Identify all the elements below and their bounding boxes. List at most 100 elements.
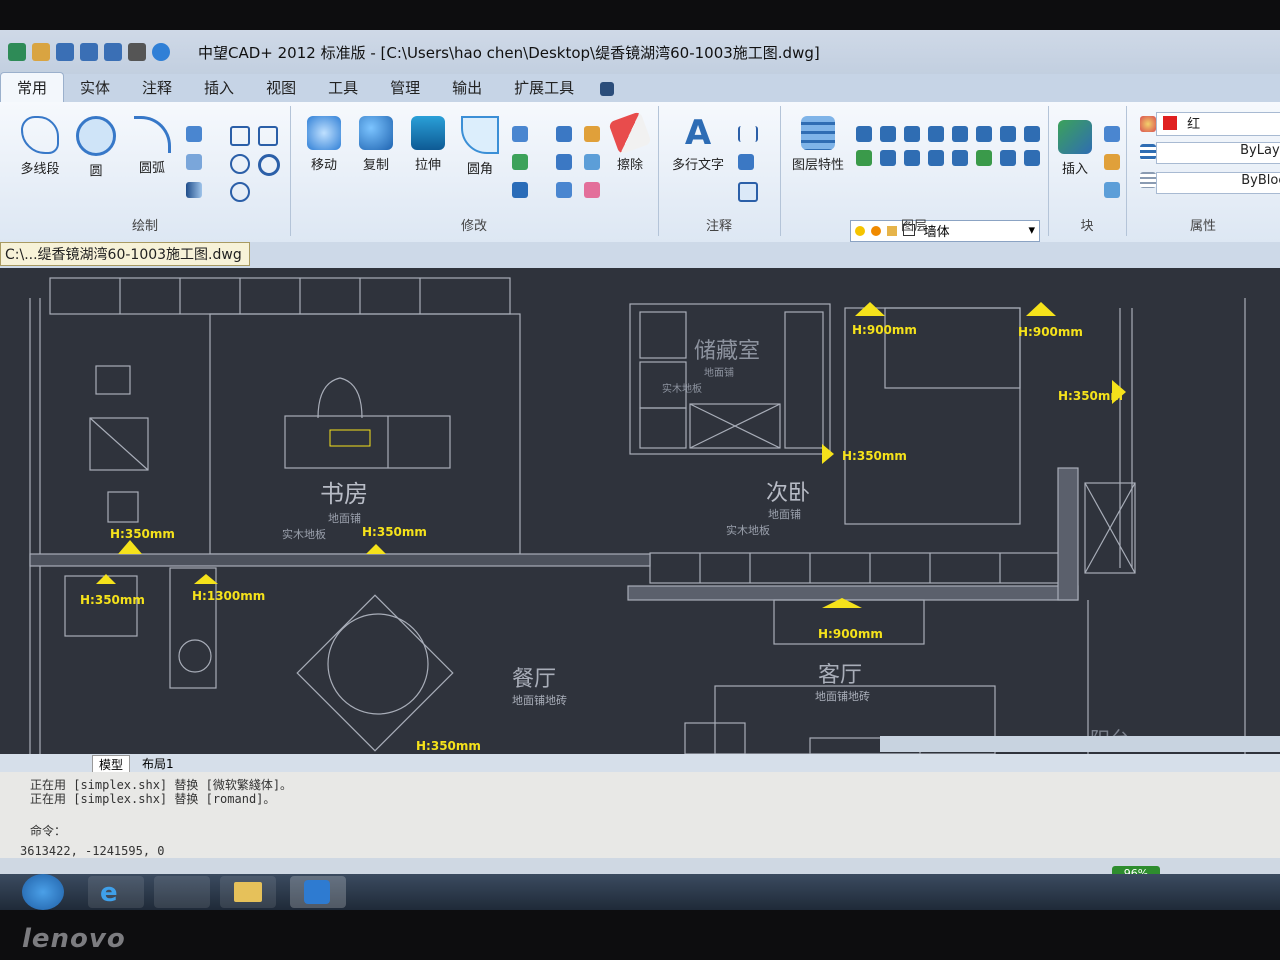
layer-tool-icon[interactable] [904,126,920,142]
scale-icon[interactable] [556,154,572,170]
rotate-icon[interactable] [584,154,600,170]
hatch-icon[interactable] [186,154,202,170]
layer-tool-icon[interactable] [1024,126,1040,142]
layer-tool-icon[interactable] [928,150,944,166]
fillet-button[interactable]: 圆角 [456,116,504,177]
copy-button[interactable]: 复制 [352,116,400,173]
gradient-icon[interactable] [186,182,202,198]
mtext-button[interactable]: A 多行文字 [668,116,728,173]
layer-tool-icon[interactable] [1000,126,1016,142]
block-group-label: 块 [1080,219,1094,234]
layer-tool-icon[interactable] [880,150,896,166]
layer-tool-icon[interactable] [856,150,872,166]
layer-tool-icon[interactable] [856,126,872,142]
drawing-canvas[interactable]: 书房 地面铺 实木地板 储藏室 地面铺 实木地板 次卧 地面铺 实木地板 餐厅 … [0,268,1280,754]
layer-tool-icon[interactable] [880,126,896,142]
tab-manage[interactable]: 管理 [374,73,436,102]
room-floor-living: 地面铺地砖 [815,689,870,703]
polyline-button[interactable]: 多线段 [12,116,68,177]
save-icon[interactable] [56,43,74,61]
lineweight-dropdown[interactable]: ByBlock [1156,172,1280,194]
circle-button[interactable]: 圆 [72,116,120,179]
linetype-icon[interactable] [1140,144,1156,160]
arc-button[interactable]: 圆弧 [128,116,176,176]
attribute-icon[interactable] [1104,182,1120,198]
layer-tool-icon[interactable] [952,150,968,166]
layer-tool-icon[interactable] [976,150,992,166]
point-icon[interactable] [186,126,202,142]
create-block-icon[interactable] [1104,126,1120,142]
tab-insert[interactable]: 插入 [188,73,250,102]
internet-explorer-icon: e [100,878,118,908]
insert-block-button[interactable]: 插入 [1054,120,1096,177]
command-prompt[interactable]: 命令： [30,822,66,839]
command-window: 正在用 [simplex.shx] 替换 [微软繁綫体]。 正在用 [simpl… [0,772,1280,858]
erase-button[interactable]: 擦除 [606,111,654,173]
app-menu-icon[interactable] [8,43,26,61]
ie-taskbar-button[interactable]: e [88,876,144,908]
tab-layout1[interactable]: 布局1 [136,755,180,772]
tab-output[interactable]: 输出 [436,73,498,102]
print-icon[interactable] [128,43,146,61]
mtext-icon: A [684,113,712,153]
layer-properties-button[interactable]: 图层特性 [786,116,850,173]
array-icon[interactable] [512,154,528,170]
height-label: H:350mm [362,525,427,539]
undo-icon[interactable] [80,43,98,61]
palette-icon[interactable] [1140,116,1156,132]
document-tab[interactable]: C:\...缇香镜湖湾60-1003施工图.dwg [0,242,250,266]
break-icon[interactable] [584,182,600,198]
open-icon[interactable] [32,43,50,61]
height-label: H:350mm [1058,389,1123,403]
spline-icon[interactable] [230,126,250,146]
tab-common[interactable]: 常用 [0,72,65,102]
leader-icon[interactable] [738,154,754,170]
layer-tool-icon[interactable] [1024,150,1040,166]
edit-icon[interactable] [584,126,600,142]
edit-block-icon[interactable] [1104,154,1120,170]
table-icon[interactable] [738,182,758,202]
tab-extensions[interactable]: 扩展工具 [498,73,590,102]
donut-icon[interactable] [258,154,280,176]
room-sub-storage: 地面铺 [704,366,734,379]
revision-cloud-icon[interactable] [230,154,250,174]
red-swatch [1163,116,1177,130]
cad-taskbar-button[interactable] [290,876,346,908]
move-button[interactable]: 移动 [300,116,348,173]
tab-tools[interactable]: 工具 [312,73,374,102]
height-label: H:900mm [852,323,917,337]
cloud-icon[interactable] [230,182,250,202]
layer-tool-icon[interactable] [952,126,968,142]
help-icon[interactable] [152,43,170,61]
linetype-dropdown[interactable]: ByLayer [1156,142,1280,164]
lineweight-value: ByBlock [1241,173,1280,188]
tab-annotate[interactable]: 注释 [126,73,188,102]
ribbon-minimize-icon[interactable] [600,82,615,96]
layer-tool-icon[interactable] [1000,150,1016,166]
taskbar-button[interactable] [154,876,210,908]
folder-taskbar-button[interactable] [220,876,276,908]
tab-solid[interactable]: 实体 [64,73,126,102]
dimension-icon[interactable] [738,126,758,142]
move-icon [307,116,341,150]
color-dropdown[interactable]: 红 [1156,112,1280,136]
horizontal-scrollbar[interactable] [880,736,1280,752]
height-label: H:350mm [842,449,907,463]
start-button[interactable] [22,874,64,910]
explode-icon[interactable] [556,182,572,198]
group-modify: 移动 复制 拉伸 圆角 擦除 修改 [290,106,659,236]
rectangle-icon[interactable] [258,126,278,146]
group-block: 插入 块 [1048,106,1127,236]
layer-tool-icon[interactable] [928,126,944,142]
trim-icon[interactable] [512,126,528,142]
mirror-icon[interactable] [556,126,572,142]
tab-view[interactable]: 视图 [250,73,312,102]
title-bar: 中望CAD+ 2012 标准版 - [C:\Users\hao chen\Des… [0,30,1280,74]
layer-tool-icon[interactable] [904,150,920,166]
room-sub-study: 地面铺 [328,512,361,525]
stretch-button[interactable]: 拉伸 [404,116,452,173]
layer-tool-icon[interactable] [976,126,992,142]
lineweight-icon[interactable] [1140,172,1156,188]
offset-icon[interactable] [512,182,528,198]
redo-icon[interactable] [104,43,122,61]
